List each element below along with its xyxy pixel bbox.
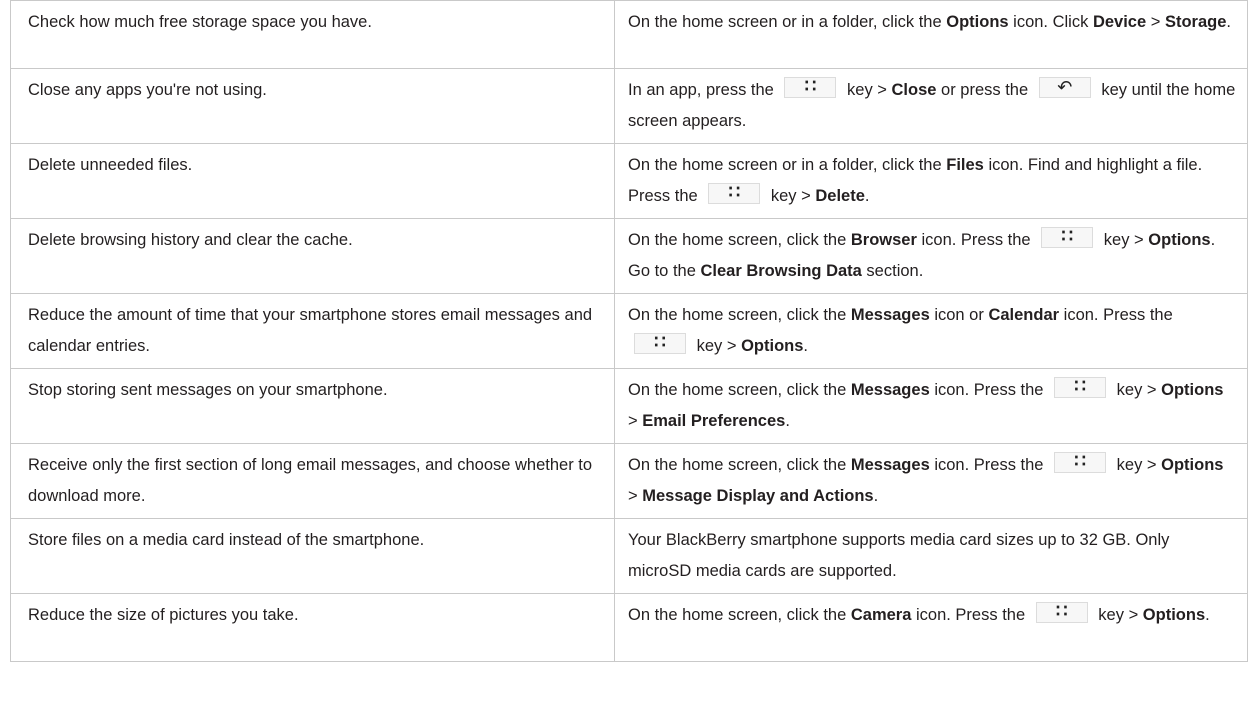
table-row: Close any apps you're not using. In an a… <box>10 68 1248 144</box>
bold-term: Options <box>1142 606 1206 624</box>
table-row: Store files on a media card instead of t… <box>10 518 1248 594</box>
instruction-cell: In an app, press the key > Close or pres… <box>614 68 1248 144</box>
instruction-cell: Your BlackBerry smartphone supports medi… <box>614 518 1248 594</box>
instruction-text: On the home screen, click the <box>628 456 851 474</box>
blackberry-menu-key-icon <box>1054 446 1107 477</box>
instruction-text: Your BlackBerry smartphone supports medi… <box>628 531 1170 580</box>
table-row: Stop storing sent messages on your smart… <box>10 368 1248 444</box>
bold-term: Email Preferences <box>642 412 786 430</box>
bold-term: Delete <box>815 187 865 205</box>
instruction-text: On the home screen, click the <box>628 606 851 624</box>
instruction-text: icon. Press the <box>1059 306 1173 324</box>
instruction-text: icon or <box>929 306 989 324</box>
blackberry-menu-key-icon <box>1035 596 1088 627</box>
instruction-text: key > <box>1093 606 1143 624</box>
instruction-text: > <box>1146 13 1165 31</box>
table-row: Receive only the first section of long e… <box>10 443 1248 519</box>
blackberry-menu-key-icon <box>1041 221 1094 252</box>
bold-term: Camera <box>850 606 912 624</box>
blackberry-menu-key-icon <box>708 177 761 208</box>
instruction-text: icon. Click <box>1008 13 1093 31</box>
table-row: Reduce the amount of time that your smar… <box>10 293 1248 369</box>
bold-term: Options <box>1161 381 1224 399</box>
instruction-text: On the home screen or in a folder, click… <box>628 156 947 174</box>
bold-term: Close <box>891 81 937 99</box>
instruction-text: icon. Press the <box>911 606 1030 624</box>
bold-term: Browser <box>850 231 917 249</box>
instruction-text: icon. Press the <box>916 231 1036 249</box>
instruction-text: key > <box>692 337 742 355</box>
instruction-cell: On the home screen or in a folder, click… <box>614 143 1248 219</box>
bold-term: Options <box>1161 456 1224 474</box>
tip-cell: Stop storing sent messages on your smart… <box>10 368 615 444</box>
table-row: Reduce the size of pictures you take. On… <box>10 593 1248 662</box>
instruction-text: On the home screen or in a folder, click… <box>628 13 947 31</box>
bold-term: Files <box>946 156 984 174</box>
blackberry-menu-key-icon <box>784 71 837 102</box>
bold-term: Options <box>741 337 804 355</box>
tip-cell: Delete unneeded files. <box>10 143 615 219</box>
instruction-cell: On the home screen, click the Messages i… <box>614 368 1248 444</box>
table-row: Check how much free storage space you ha… <box>10 0 1248 69</box>
instruction-text: On the home screen, click the <box>628 306 851 324</box>
bold-term: Message Display and Actions <box>642 487 874 505</box>
bold-term: Storage <box>1164 13 1227 31</box>
bold-term: Device <box>1092 13 1147 31</box>
instruction-text: On the home screen, click the <box>628 231 851 249</box>
instruction-cell: On the home screen, click the Messages i… <box>614 293 1248 369</box>
instruction-text: key > <box>766 187 816 205</box>
instruction-text: In an app, press the <box>628 81 779 99</box>
bold-term: Messages <box>850 306 930 324</box>
bold-term: Calendar <box>988 306 1060 324</box>
bold-term: Clear Browsing Data <box>700 262 862 280</box>
tip-cell: Delete browsing history and clear the ca… <box>10 218 615 294</box>
instruction-text: . <box>803 337 808 355</box>
instruction-text: section. <box>861 262 924 280</box>
instruction-cell: On the home screen or in a folder, click… <box>614 0 1248 69</box>
tip-cell: Check how much free storage space you ha… <box>10 0 615 69</box>
instruction-text: . <box>864 187 870 205</box>
instruction-text: > <box>628 487 643 505</box>
instruction-text: . <box>785 412 790 430</box>
instruction-text: . <box>873 487 879 505</box>
instruction-text: key > <box>1112 381 1162 399</box>
instruction-text: icon. Press the <box>929 381 1049 399</box>
instruction-text: . <box>1205 606 1210 624</box>
table-row: Delete browsing history and clear the ca… <box>10 218 1248 294</box>
instruction-text: . <box>1226 13 1231 31</box>
tip-cell: Reduce the size of pictures you take. <box>10 593 615 662</box>
bold-term: Options <box>946 13 1009 31</box>
instruction-cell: On the home screen, click the Messages i… <box>614 443 1248 519</box>
instruction-text: > <box>628 412 643 430</box>
blackberry-menu-key-icon <box>1054 371 1107 402</box>
instruction-text: On the home screen, click the <box>628 381 851 399</box>
bold-term: Messages <box>850 381 930 399</box>
instruction-cell: On the home screen, click the Camera ico… <box>614 593 1248 662</box>
instruction-text: or press the <box>936 81 1033 99</box>
blackberry-menu-key-icon <box>634 327 686 358</box>
table-row: Delete unneeded files. On the home scree… <box>10 143 1248 219</box>
instruction-text: key > <box>1099 231 1149 249</box>
tip-cell: Receive only the first section of long e… <box>10 443 615 519</box>
tip-cell: Close any apps you're not using. <box>10 68 615 144</box>
instruction-text: icon. Press the <box>929 456 1049 474</box>
instruction-text: key > <box>842 81 892 99</box>
bold-term: Options <box>1148 231 1211 249</box>
instruction-text: key > <box>1112 456 1162 474</box>
storage-tips-table: Check how much free storage space you ha… <box>10 0 1248 662</box>
tip-cell: Reduce the amount of time that your smar… <box>10 293 615 369</box>
bold-term: Messages <box>850 456 930 474</box>
escape-key-icon <box>1038 72 1091 103</box>
instruction-cell: On the home screen, click the Browser ic… <box>614 218 1248 294</box>
tip-cell: Store files on a media card instead of t… <box>10 518 615 594</box>
